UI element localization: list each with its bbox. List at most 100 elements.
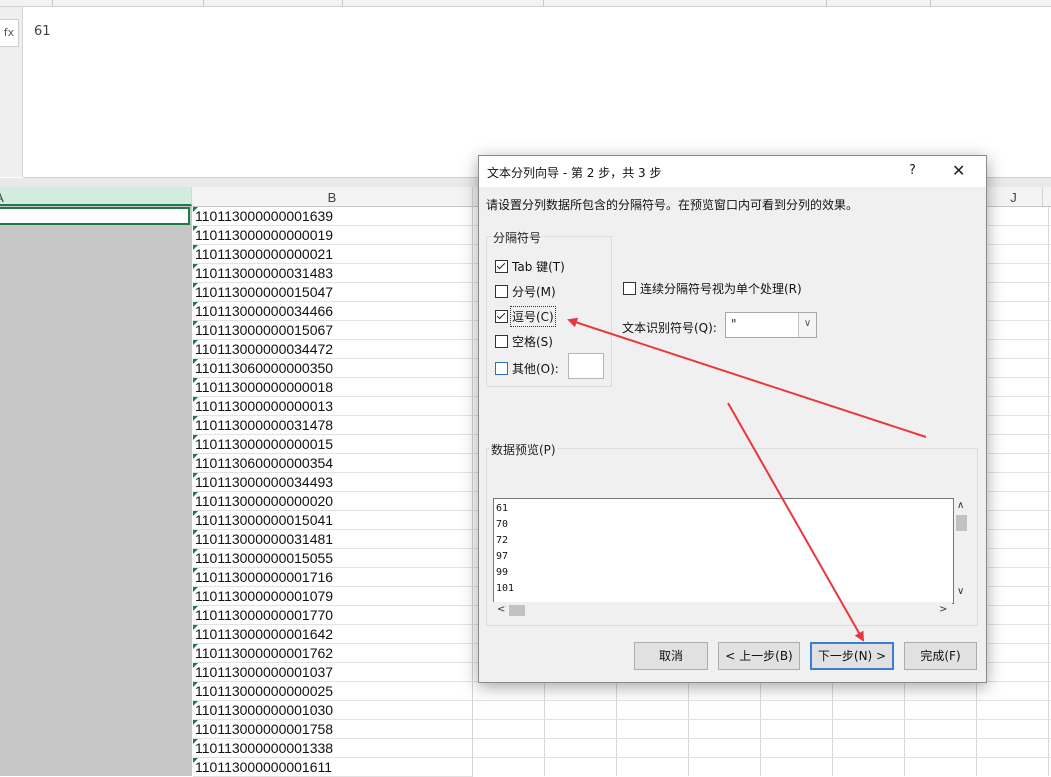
cell-b[interactable]: 110113000000031478 (193, 416, 473, 435)
cell-b[interactable]: 110113000000015047 (193, 283, 473, 302)
cell-b[interactable]: 110113000000001639 (193, 207, 473, 226)
active-cell[interactable] (0, 207, 190, 225)
cell-b[interactable]: 110113000000000021 (193, 245, 473, 264)
preview-row: 97 (496, 551, 509, 562)
text-qualifier-select[interactable]: " ∨ (725, 312, 817, 338)
chevron-down-icon[interactable]: ∨ (798, 313, 816, 337)
text-to-columns-dialog: 文本分列向导 - 第 2 步，共 3 步 ? ✕ 请设置分列数据所包含的分隔符号… (478, 155, 987, 683)
cell-b-value: 110113000000001079 (195, 588, 334, 604)
cell-b[interactable]: 110113000000000015 (193, 435, 473, 454)
cell-b-value: 110113000000001037 (195, 664, 334, 680)
cell-b[interactable]: 110113000000034472 (193, 340, 473, 359)
cell-b[interactable]: 110113000000031481 (193, 530, 473, 549)
error-indicator-icon (193, 340, 198, 345)
cell-b[interactable]: 110113000000001338 (193, 739, 473, 758)
cell-b[interactable]: 110113000000000018 (193, 378, 473, 397)
space-delimiter-checkbox[interactable]: 空格(S) (495, 333, 553, 350)
cell-b-value: 110113000000034493 (195, 474, 334, 490)
column-header-b[interactable]: B (192, 187, 473, 206)
cell-b[interactable]: 110113000000031483 (193, 264, 473, 283)
preview-vertical-scrollbar[interactable]: ∧ ∨ (954, 498, 969, 602)
cell-b[interactable]: 110113060000000350 (193, 359, 473, 378)
cell-b-value: 110113000000000021 (195, 246, 334, 262)
preview-row: 72 (496, 535, 509, 546)
checkbox-icon (495, 362, 508, 375)
cancel-button[interactable]: 取消 (634, 642, 708, 670)
error-indicator-icon (193, 606, 198, 611)
cell-b[interactable]: 110113000000001770 (193, 606, 473, 625)
error-indicator-icon (193, 701, 198, 706)
data-preview-box[interactable]: 61 70 72 97 99 101 (493, 498, 954, 604)
cell-b-value: 110113000000031481 (195, 531, 334, 547)
column-a-cells[interactable] (0, 207, 192, 776)
tab-delimiter-checkbox[interactable]: Tab 键(T) (495, 258, 565, 275)
cell-b-value: 110113000000001716 (195, 569, 334, 585)
error-indicator-icon (193, 264, 198, 269)
close-icon[interactable]: ✕ (952, 161, 965, 180)
cell-b-value: 110113000000015041 (195, 512, 334, 528)
cell-b[interactable]: 110113000000001762 (193, 644, 473, 663)
finish-button[interactable]: 完成(F) (904, 642, 977, 670)
cell-b[interactable]: 110113000000001611 (193, 758, 473, 777)
cell-b-value: 110113000000000018 (195, 379, 334, 395)
error-indicator-icon (193, 644, 198, 649)
scrollbar-thumb[interactable] (509, 605, 525, 616)
error-indicator-icon (193, 435, 198, 440)
cell-b[interactable]: 110113000000001758 (193, 720, 473, 739)
cell-b[interactable]: 110113000000015067 (193, 321, 473, 340)
cell-b[interactable]: 110113000000000019 (193, 226, 473, 245)
cell-b[interactable]: 110113000000001030 (193, 701, 473, 720)
error-indicator-icon (193, 739, 198, 744)
formula-bar-input[interactable] (23, 7, 1051, 178)
cell-b[interactable]: 110113000000034493 (193, 473, 473, 492)
error-indicator-icon (193, 416, 198, 421)
dialog-description: 请设置分列数据所包含的分隔符号。在预览窗口内可看到分列的效果。 (486, 198, 859, 212)
error-indicator-icon (193, 549, 198, 554)
error-indicator-icon (193, 625, 198, 630)
text-qualifier-value: " (731, 317, 737, 331)
cell-b[interactable]: 110113000000000020 (193, 492, 473, 511)
cell-b[interactable]: 110113000000001037 (193, 663, 473, 682)
scroll-right-icon[interactable]: > (939, 604, 947, 615)
preview-horizontal-scrollbar[interactable]: < > (493, 602, 952, 619)
other-delimiter-checkbox[interactable]: 其他(O): (495, 360, 559, 377)
cell-b[interactable]: 110113000000001716 (193, 568, 473, 587)
scroll-left-icon[interactable]: < (497, 604, 505, 615)
cell-b[interactable]: 110113000000015041 (193, 511, 473, 530)
cell-b-value: 110113000000001639 (195, 208, 334, 224)
comma-delimiter-checkbox[interactable]: 逗号(C) (495, 306, 556, 327)
semicolon-delimiter-checkbox[interactable]: 分号(M) (495, 283, 556, 300)
next-button[interactable]: 下一步(N) > (810, 642, 894, 670)
help-button[interactable]: ? (909, 163, 916, 178)
scroll-down-icon[interactable]: ∨ (957, 586, 964, 597)
tab-delimiter-label: Tab 键(T) (512, 260, 565, 274)
scrollbar-thumb[interactable] (956, 515, 967, 531)
preview-row: 101 (496, 583, 515, 594)
other-delimiter-input[interactable] (568, 353, 604, 379)
column-header-a[interactable]: A (0, 187, 192, 206)
cell-b[interactable]: 110113000000015055 (193, 549, 473, 568)
cell-b[interactable]: 110113000000001642 (193, 625, 473, 644)
insert-function-button[interactable]: fx (0, 19, 19, 47)
cell-b[interactable]: 110113000000001079 (193, 587, 473, 606)
cell-b-value: 110113000000000019 (195, 227, 334, 243)
cell-b-value: 110113000000001770 (195, 607, 334, 623)
consecutive-delimiters-checkbox[interactable]: 连续分隔符号视为单个处理(R) (623, 280, 802, 297)
other-delimiter-label: 其他(O): (512, 362, 559, 376)
cell-b[interactable]: 110113000000034466 (193, 302, 473, 321)
cell-b[interactable]: 110113000000000025 (193, 682, 473, 701)
column-b-cells: 110113000000001639 110113000000000019 1101… (193, 207, 473, 777)
checkbox-checked-icon (495, 260, 508, 273)
cell-b-value: 110113000000001030 (195, 702, 334, 718)
error-indicator-icon (193, 530, 198, 535)
cell-b-value: 110113000000001611 (195, 759, 333, 775)
cell-b-value: 110113000000015067 (195, 322, 334, 338)
back-button[interactable]: < 上一步(B) (718, 642, 800, 670)
column-header-j[interactable]: J (985, 187, 1043, 206)
cell-b-value: 110113000000000025 (195, 683, 334, 699)
cell-b[interactable]: 110113060000000354 (193, 454, 473, 473)
cell-b-value: 110113000000001338 (195, 740, 334, 756)
scroll-up-icon[interactable]: ∧ (957, 500, 964, 511)
error-indicator-icon (193, 663, 198, 668)
cell-b[interactable]: 110113000000000013 (193, 397, 473, 416)
